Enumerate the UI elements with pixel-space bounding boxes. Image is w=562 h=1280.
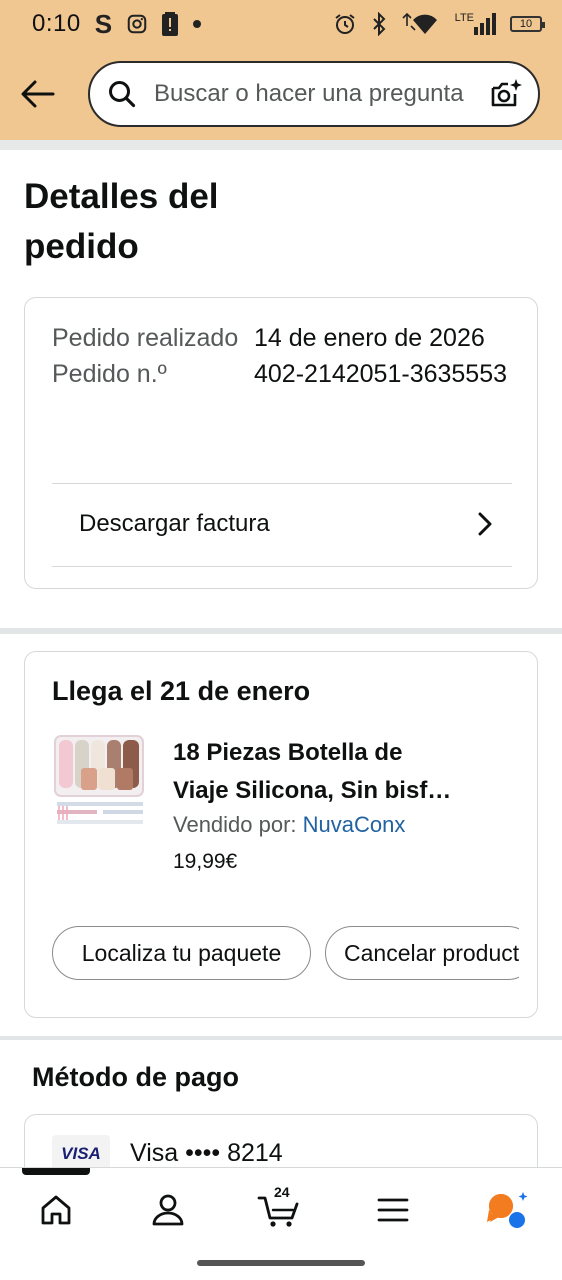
cart-count-badge: 24: [274, 1184, 290, 1200]
order-info: Pedido realizado 14 de enero de 2026 Ped…: [52, 320, 512, 392]
payment-heading: Método de pago: [32, 1062, 239, 1092]
order-number-label: Pedido n.º: [52, 360, 167, 388]
nav-rufus[interactable]: [474, 1186, 538, 1234]
home-icon: [41, 1195, 71, 1225]
menu-icon: [377, 1198, 409, 1222]
wifi-icon: [401, 12, 441, 36]
search-input[interactable]: [154, 80, 478, 108]
order-number-value: 402-2142051-3635553: [254, 360, 508, 388]
seller-label: Vendido por:: [173, 812, 297, 837]
seller-link[interactable]: NuvaConx: [303, 812, 406, 837]
camera-sparkle-icon[interactable]: [488, 76, 524, 112]
chevron-right-icon: [478, 512, 492, 536]
bluetooth-icon: [371, 12, 387, 36]
order-date-value: 14 de enero de 2026: [254, 324, 485, 352]
search-bar[interactable]: [88, 61, 540, 127]
payment-card-text: Visa •••• 8214: [130, 1139, 283, 1167]
nav-home[interactable]: [24, 1186, 88, 1234]
product-title[interactable]: 18 Piezas Botella de Viaje Silicona, Sin…: [173, 734, 513, 810]
notification-dot-icon: [192, 19, 202, 29]
divider: [52, 566, 512, 567]
back-arrow-icon: [21, 80, 55, 108]
seller-info: Vendido por: NuvaConx: [173, 812, 405, 838]
alarm-icon: [333, 12, 357, 36]
shipment-card: Llega el 21 de enero 18 Piezas Botella d…: [24, 651, 538, 1018]
network-type: LTE: [454, 12, 474, 24]
section-divider: [0, 1036, 562, 1040]
download-invoice-row[interactable]: Descargar factura: [52, 484, 512, 564]
nav-account[interactable]: [136, 1186, 200, 1234]
bottom-nav: 24: [0, 1167, 562, 1280]
arrival-heading: Llega el 21 de enero: [52, 676, 311, 706]
product-price: 19,99€: [173, 850, 238, 873]
app-header: [0, 48, 562, 140]
status-time: 0:10: [32, 10, 81, 37]
order-date-label: Pedido realizado: [52, 324, 239, 352]
battery-indicator: 10: [510, 16, 545, 32]
signal-icon: LTE: [454, 12, 496, 35]
section-divider: [0, 628, 562, 634]
nav-menu[interactable]: [361, 1186, 425, 1234]
account-icon: [152, 1194, 184, 1226]
back-button[interactable]: [18, 74, 58, 114]
status-bar: 0:10 S LTE 10: [0, 0, 562, 48]
order-summary-card: Pedido realizado 14 de enero de 2026 Ped…: [24, 297, 538, 589]
cancel-product-button[interactable]: Cancelar producto: [325, 926, 519, 980]
nav-cart[interactable]: 24: [248, 1184, 312, 1234]
active-tab-indicator: [22, 1168, 90, 1175]
system-home-bar[interactable]: [197, 1260, 365, 1266]
download-invoice-label: Descargar factura: [79, 510, 270, 537]
battery-alert-icon: [162, 12, 179, 36]
s-app-icon: S: [94, 8, 113, 39]
product-image[interactable]: [53, 734, 147, 834]
shipment-actions: Localiza tu paquete Cancelar producto: [52, 926, 519, 982]
rufus-ai-icon: [487, 1192, 528, 1228]
product-title-line: 18 Piezas Botella de: [173, 739, 403, 766]
section-divider: [0, 140, 562, 150]
track-package-button[interactable]: Localiza tu paquete: [52, 926, 311, 980]
page-title: Detalles del pedido: [24, 177, 219, 266]
instagram-icon: [126, 13, 148, 35]
product-title-line: Viaje Silicona, Sin bisf…: [173, 777, 452, 804]
search-icon: [108, 79, 138, 109]
